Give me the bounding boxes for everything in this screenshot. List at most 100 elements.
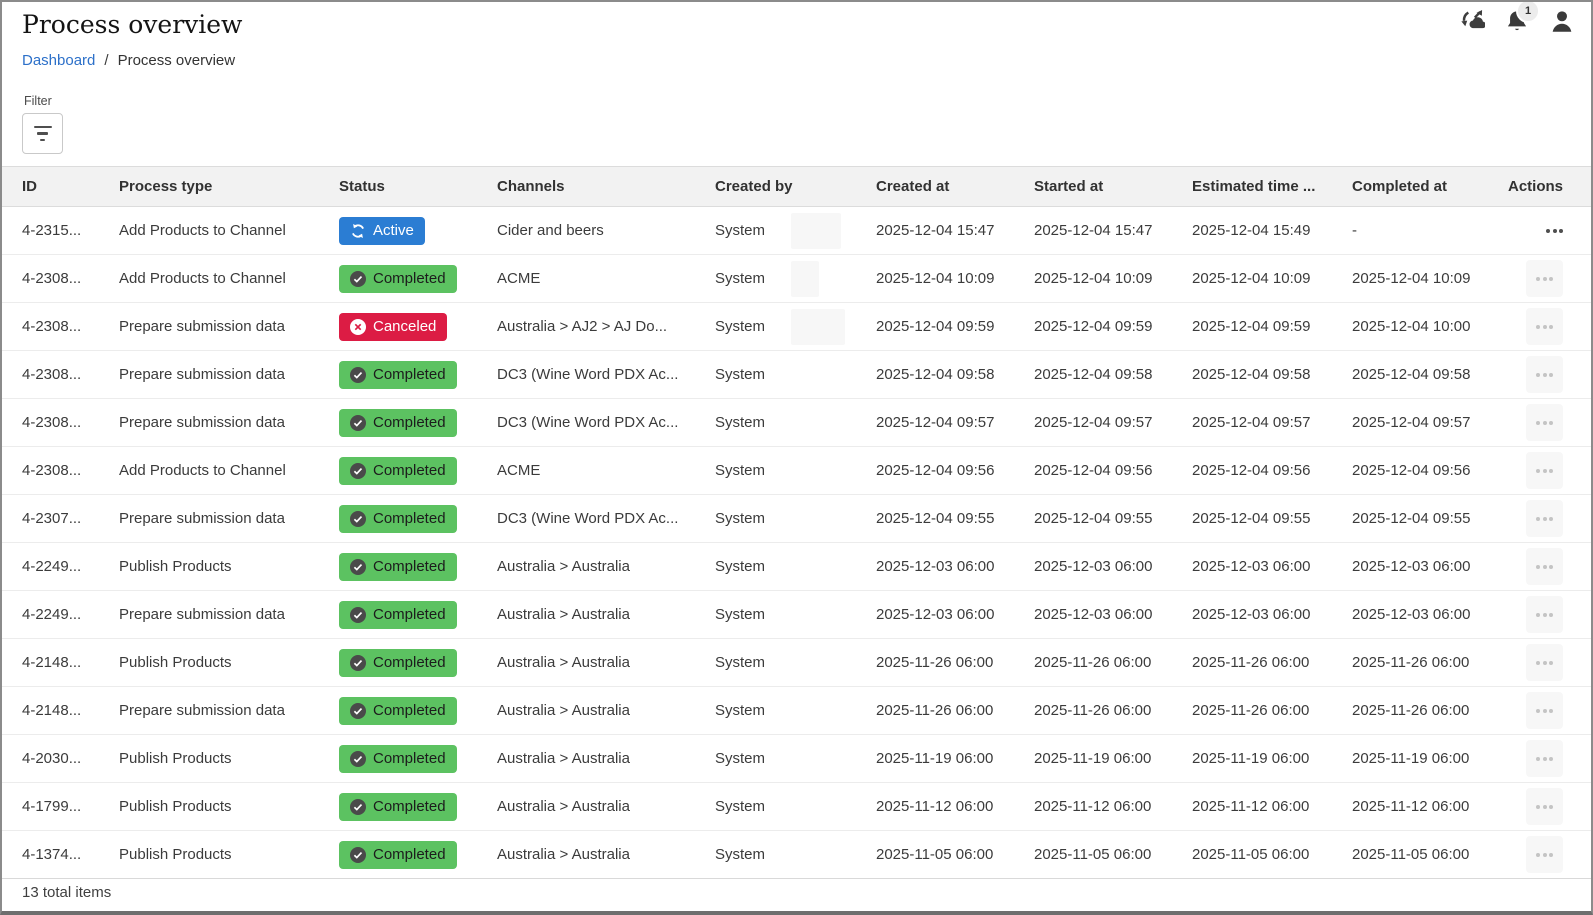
row-actions-button[interactable] xyxy=(1526,644,1563,681)
ellipsis-icon xyxy=(1536,277,1540,281)
cell-completed-at: 2025-12-04 10:00 xyxy=(1352,318,1508,335)
cell-estimated-time: 2025-11-12 06:00 xyxy=(1192,798,1352,815)
row-actions-button[interactable] xyxy=(1526,836,1563,873)
cell-process-type: Publish Products xyxy=(119,750,339,767)
notifications-bell-icon[interactable]: 1 xyxy=(1504,6,1530,36)
cell-created-at: 2025-12-03 06:00 xyxy=(876,606,1034,623)
created-by-value: System xyxy=(715,462,765,479)
cell-created-at: 2025-11-26 06:00 xyxy=(876,654,1034,671)
status-badge: Completed xyxy=(339,409,457,437)
cell-created-at: 2025-11-26 06:00 xyxy=(876,702,1034,719)
cell-process-id: 4-2308... xyxy=(2,270,119,287)
created-by-value: System xyxy=(715,366,765,383)
cell-started-at: 2025-11-12 06:00 xyxy=(1034,798,1192,815)
cell-created-at: 2025-11-19 06:00 xyxy=(876,750,1034,767)
cell-actions xyxy=(1508,260,1591,297)
cell-process-type: Publish Products xyxy=(119,558,339,575)
created-by-value: System xyxy=(715,654,765,671)
cell-created-by: System xyxy=(715,309,876,345)
cell-process-type: Publish Products xyxy=(119,846,339,863)
cell-created-at: 2025-12-04 15:47 xyxy=(876,222,1034,239)
cell-created-at: 2025-12-04 09:58 xyxy=(876,366,1034,383)
row-actions-button[interactable] xyxy=(1526,404,1563,441)
row-actions-button[interactable] xyxy=(1526,692,1563,729)
ellipsis-icon xyxy=(1543,469,1547,473)
status-badge: Completed xyxy=(339,265,457,293)
ellipsis-icon xyxy=(1536,565,1540,569)
cell-channels: Australia > Australia xyxy=(497,750,715,767)
row-actions-button[interactable] xyxy=(1526,740,1563,777)
avatar-placeholder xyxy=(791,213,841,249)
cell-created-at: 2025-12-04 10:09 xyxy=(876,270,1034,287)
cell-process-id: 4-2307... xyxy=(2,510,119,527)
cell-created-by: System xyxy=(715,366,876,383)
cell-completed-at: 2025-11-19 06:00 xyxy=(1352,750,1508,767)
created-by-value: System xyxy=(715,510,765,527)
breadcrumb-dashboard-link[interactable]: Dashboard xyxy=(22,52,95,69)
total-items-count: 13 total items xyxy=(22,884,111,901)
status-badge-label: Completed xyxy=(373,655,446,670)
row-actions-button[interactable] xyxy=(1526,356,1563,393)
cell-completed-at: 2025-12-04 09:56 xyxy=(1352,462,1508,479)
cell-estimated-time: 2025-12-04 09:57 xyxy=(1192,414,1352,431)
ellipsis-icon xyxy=(1536,661,1540,665)
cell-completed-at: 2025-12-04 09:58 xyxy=(1352,366,1508,383)
ellipsis-icon xyxy=(1536,517,1540,521)
cell-estimated-time: 2025-12-04 15:49 xyxy=(1192,222,1352,239)
filter-button[interactable] xyxy=(22,113,63,154)
cell-channels: Australia > AJ2 > AJ Do... xyxy=(497,318,715,335)
row-actions-button[interactable] xyxy=(1526,788,1563,825)
cell-channels: DC3 (Wine Word PDX Ac... xyxy=(497,510,715,527)
row-actions-button[interactable] xyxy=(1526,596,1563,633)
table-row: 4-1799...Publish ProductsCompletedAustra… xyxy=(2,783,1591,831)
cell-channels: Australia > Australia xyxy=(497,654,715,671)
cell-channels: Australia > Australia xyxy=(497,558,715,575)
cell-started-at: 2025-12-04 09:59 xyxy=(1034,318,1192,335)
created-by-value: System xyxy=(715,222,765,239)
cell-channels: ACME xyxy=(497,462,715,479)
ellipsis-icon xyxy=(1536,373,1540,377)
ellipsis-icon xyxy=(1543,517,1547,521)
row-actions-button[interactable] xyxy=(1526,548,1563,585)
table-row: 4-1374...Publish ProductsCompletedAustra… xyxy=(2,831,1591,878)
status-badge-label: Completed xyxy=(373,703,446,718)
cell-actions xyxy=(1508,836,1591,873)
status-badge: Completed xyxy=(339,793,457,821)
ellipsis-icon xyxy=(1549,469,1553,473)
cell-created-at: 2025-12-04 09:59 xyxy=(876,318,1034,335)
row-actions-button[interactable] xyxy=(1526,452,1563,489)
user-profile-icon[interactable] xyxy=(1549,6,1575,36)
cell-estimated-time: 2025-11-26 06:00 xyxy=(1192,702,1352,719)
cell-started-at: 2025-11-19 06:00 xyxy=(1034,750,1192,767)
cell-channels: Australia > Australia xyxy=(497,702,715,719)
ellipsis-icon xyxy=(1536,325,1540,329)
cell-started-at: 2025-12-04 09:55 xyxy=(1034,510,1192,527)
cell-process-id: 4-2315... xyxy=(2,222,119,239)
table-row: 4-2307...Prepare submission dataComplete… xyxy=(2,495,1591,543)
process-sync-icon[interactable] xyxy=(1459,6,1485,36)
status-badge-label: Completed xyxy=(373,367,446,382)
row-actions-button[interactable] xyxy=(1526,308,1563,345)
cell-actions xyxy=(1508,356,1591,393)
cell-process-id: 4-2308... xyxy=(2,318,119,335)
ellipsis-icon xyxy=(1549,853,1553,857)
status-badge-label: Completed xyxy=(373,463,446,478)
cell-created-by: System xyxy=(715,462,876,479)
row-actions-button[interactable] xyxy=(1546,229,1563,233)
cell-completed-at: 2025-11-05 06:00 xyxy=(1352,846,1508,863)
cell-started-at: 2025-11-26 06:00 xyxy=(1034,702,1192,719)
cell-started-at: 2025-11-26 06:00 xyxy=(1034,654,1192,671)
cell-created-by: System xyxy=(715,414,876,431)
cell-process-id: 4-1799... xyxy=(2,798,119,815)
cell-completed-at: 2025-11-26 06:00 xyxy=(1352,654,1508,671)
row-actions-button[interactable] xyxy=(1526,260,1563,297)
column-header-actions: Actions xyxy=(1508,178,1591,195)
cell-estimated-time: 2025-11-05 06:00 xyxy=(1192,846,1352,863)
cell-channels: Australia > Australia xyxy=(497,606,715,623)
avatar-placeholder xyxy=(791,309,845,345)
completed-check-icon xyxy=(350,559,366,575)
row-actions-button[interactable] xyxy=(1526,500,1563,537)
cell-channels: ACME xyxy=(497,270,715,287)
completed-check-icon xyxy=(350,271,366,287)
cell-process-type: Add Products to Channel xyxy=(119,462,339,479)
